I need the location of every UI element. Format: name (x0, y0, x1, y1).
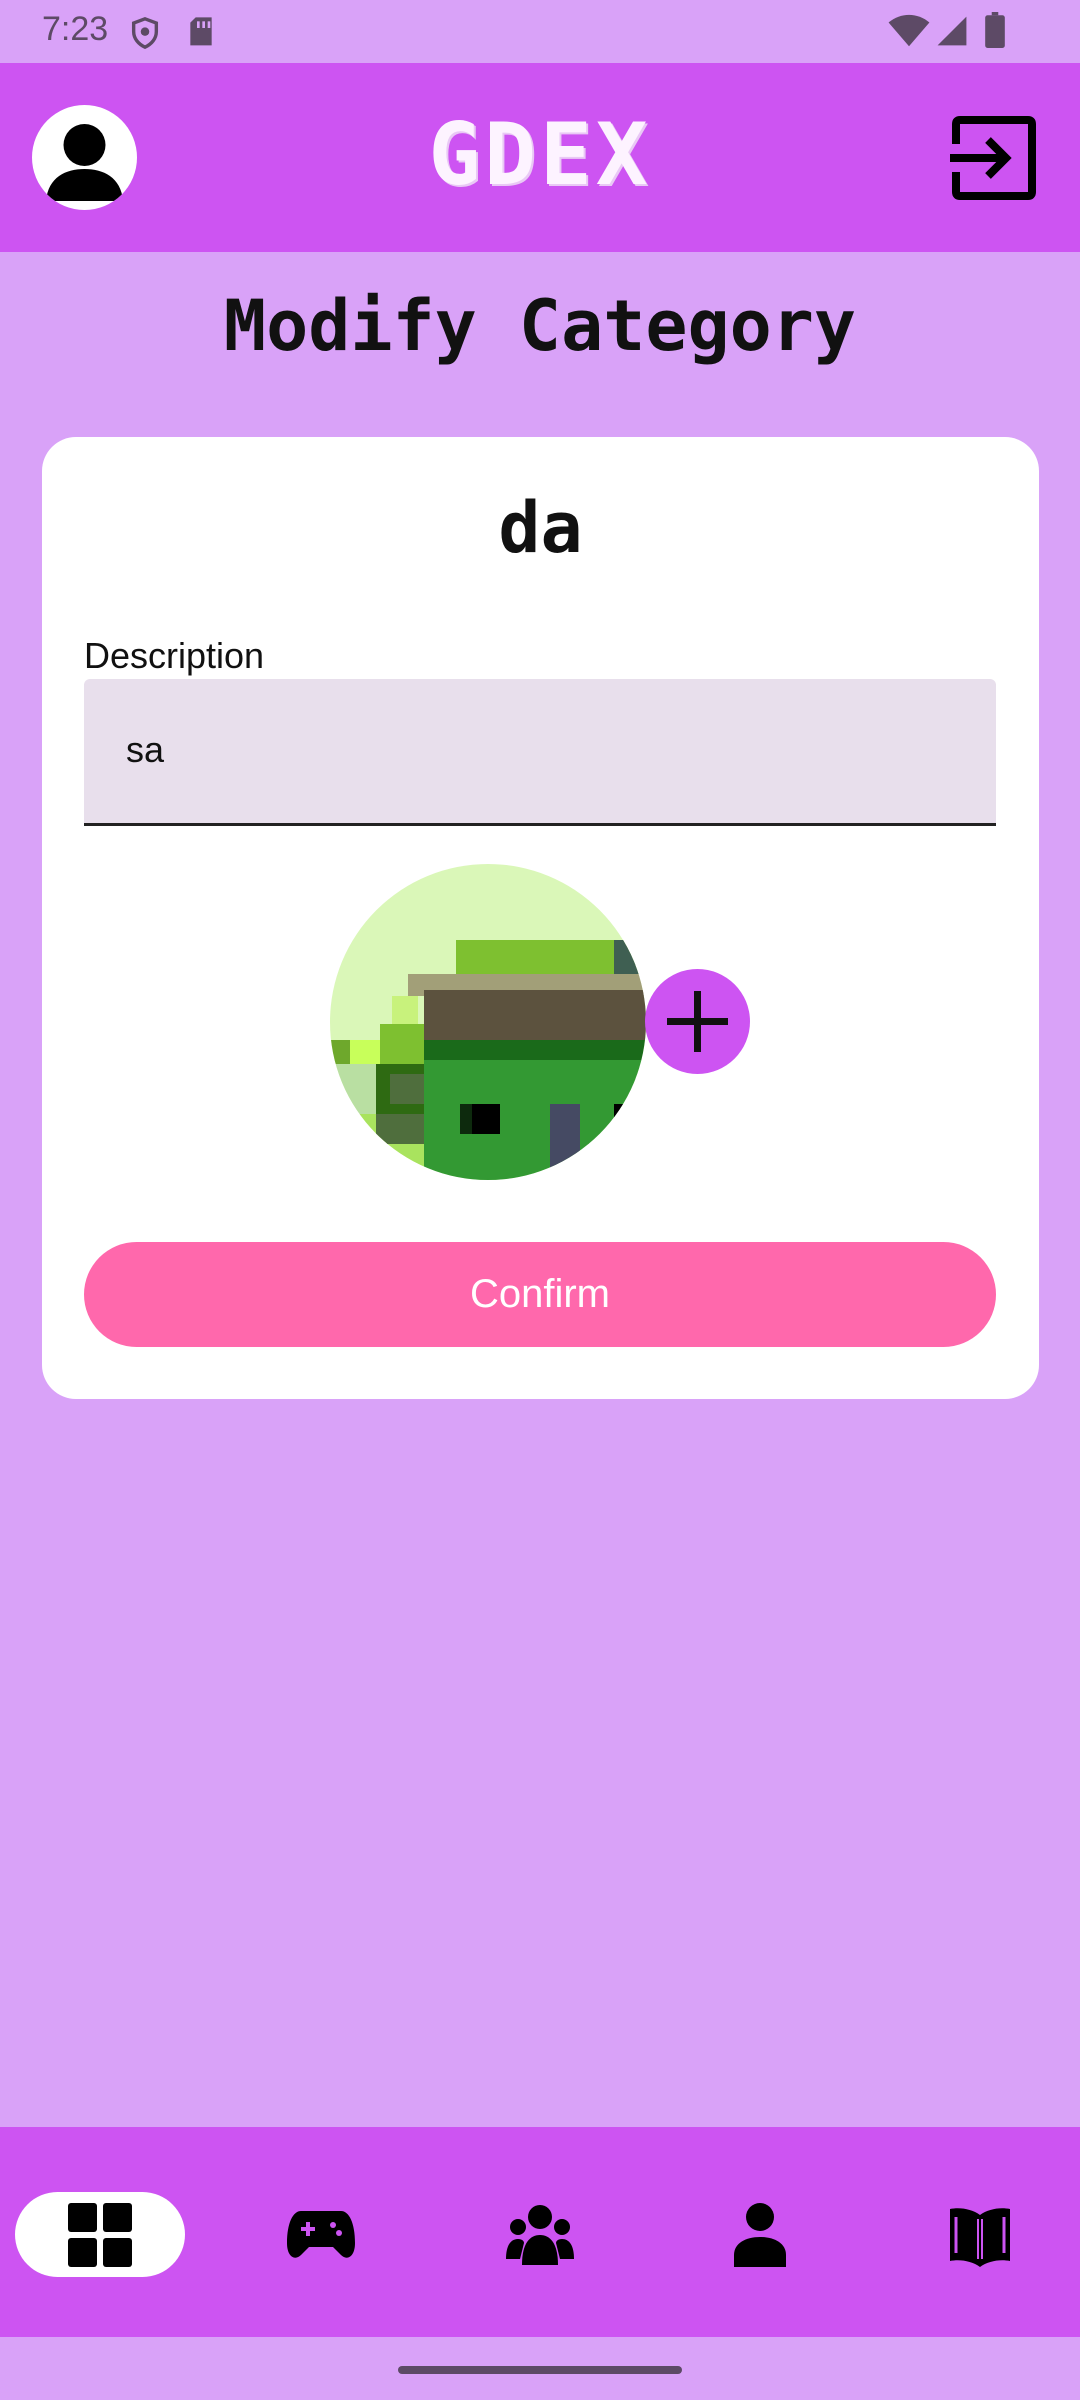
category-image (330, 864, 646, 1180)
nav-item-games[interactable] (236, 2192, 406, 2277)
confirm-button[interactable]: Confirm (84, 1242, 996, 1347)
sd-card-icon (190, 17, 212, 46)
signal-icon (937, 16, 967, 46)
logout-button[interactable] (950, 114, 1038, 202)
modify-category-card: da Description sa Confirm (42, 437, 1039, 1399)
dashboard-icon (68, 2202, 132, 2267)
shield-icon (131, 17, 159, 50)
description-label: Description (84, 635, 265, 676)
category-name: da (498, 487, 583, 569)
add-image-button[interactable] (645, 969, 750, 1074)
plus-icon (667, 991, 728, 1052)
gamepad-icon (287, 2210, 355, 2258)
nav-item-library[interactable] (895, 2192, 1065, 2277)
nav-item-profile[interactable] (675, 2192, 845, 2277)
status-time: 7:23 (42, 10, 109, 48)
nav-item-community[interactable] (455, 2192, 625, 2277)
person-icon (734, 2202, 786, 2267)
book-icon (950, 2207, 1010, 2267)
wifi-icon (888, 14, 930, 47)
category-pixel-art-image (330, 864, 646, 1180)
page-title: Modify Category (223, 285, 857, 367)
app-bar: GDEX (0, 63, 1080, 252)
gesture-handle[interactable] (398, 2366, 682, 2374)
app-title: GDEX (428, 105, 652, 205)
battery-icon (985, 12, 1005, 48)
description-value: sa (126, 729, 165, 770)
logout-icon (950, 116, 1036, 200)
bottom-navigation (0, 2127, 1080, 2337)
group-icon (506, 2204, 574, 2265)
status-bar: 7:23 (0, 0, 1080, 63)
description-field[interactable]: sa (84, 679, 996, 826)
nav-item-dashboard[interactable] (15, 2192, 185, 2277)
